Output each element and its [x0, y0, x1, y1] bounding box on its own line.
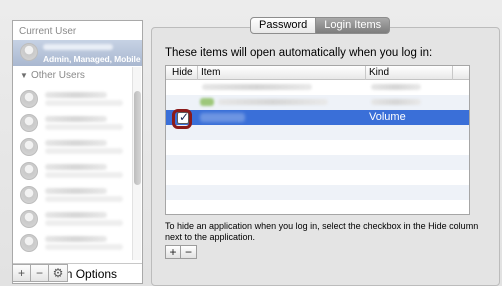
- item-name-blurred: [202, 84, 312, 90]
- sidebar-scrollbar[interactable]: [132, 67, 141, 260]
- user-role-blurred: [45, 244, 123, 250]
- sidebar-button-bar: + − ⚙: [12, 264, 68, 282]
- user-list-item[interactable]: [13, 87, 142, 111]
- user-avatar-icon: [20, 210, 38, 228]
- other-users-header[interactable]: ▼ Other Users: [13, 68, 142, 84]
- current-user-name-blurred: [43, 44, 113, 50]
- column-header-kind[interactable]: Kind: [369, 67, 389, 78]
- tab-password[interactable]: Password: [250, 17, 317, 34]
- table-row[interactable]: [166, 200, 469, 214]
- user-name-blurred: [45, 212, 107, 218]
- user-avatar-icon: [20, 138, 38, 156]
- table-row[interactable]: [166, 140, 469, 155]
- table-body: ✓ Volume: [166, 80, 469, 214]
- table-row[interactable]: [166, 155, 469, 170]
- remove-login-item-button[interactable]: −: [181, 245, 197, 259]
- hint-text: To hide an application when you log in, …: [165, 221, 479, 242]
- user-name-blurred: [45, 236, 107, 242]
- column-header-hide[interactable]: Hide: [172, 67, 193, 78]
- user-list-item[interactable]: [13, 135, 142, 159]
- other-users-label: Other Users: [31, 70, 85, 81]
- table-row[interactable]: [166, 80, 469, 95]
- user-avatar-icon: [20, 43, 38, 61]
- gear-icon[interactable]: ⚙: [48, 264, 68, 282]
- hide-checkbox-highlight: [172, 109, 192, 129]
- column-divider: [197, 66, 198, 80]
- remove-user-button[interactable]: −: [30, 264, 48, 282]
- column-divider: [365, 66, 366, 80]
- tab-login-items[interactable]: Login Items: [316, 17, 391, 34]
- user-list-item[interactable]: [13, 231, 142, 255]
- column-header-item[interactable]: Item: [201, 67, 220, 78]
- item-name-blurred: [218, 99, 328, 105]
- table-header: Hide Item Kind: [166, 66, 469, 80]
- item-kind-blurred: [371, 84, 421, 90]
- user-avatar-icon: [20, 162, 38, 180]
- user-name-blurred: [45, 188, 107, 194]
- user-name-blurred: [45, 116, 107, 122]
- user-name-blurred: [45, 92, 107, 98]
- item-kind-blurred: [371, 99, 421, 105]
- tab-bar: Password Login Items: [250, 17, 391, 34]
- table-row[interactable]: [166, 125, 469, 140]
- item-name-blurred: [200, 113, 245, 122]
- user-role-blurred: [45, 124, 123, 130]
- column-divider: [452, 66, 453, 80]
- login-items-table: Hide Item Kind ✓ Volume: [165, 65, 470, 215]
- users-accounts-window: Current User Admin, Managed, Mobile ▼ Ot…: [0, 0, 502, 286]
- current-user-header: Current User: [19, 26, 77, 37]
- table-row[interactable]: [166, 95, 469, 110]
- user-role-blurred: [45, 172, 123, 178]
- user-avatar-icon: [20, 90, 38, 108]
- other-users-list: [13, 87, 142, 257]
- add-login-item-button[interactable]: +: [165, 245, 181, 259]
- user-list-item[interactable]: [13, 207, 142, 231]
- table-row[interactable]: [166, 170, 469, 185]
- current-user-item[interactable]: Admin, Managed, Mobile: [13, 40, 142, 66]
- user-role-blurred: [45, 148, 123, 154]
- user-name-blurred: [45, 164, 107, 170]
- user-list-item[interactable]: [13, 183, 142, 207]
- item-icon-blurred: [200, 98, 214, 106]
- table-row[interactable]: [166, 185, 469, 200]
- users-sidebar: Current User Admin, Managed, Mobile ▼ Ot…: [12, 20, 143, 284]
- user-avatar-icon: [20, 114, 38, 132]
- user-role-blurred: [45, 196, 123, 202]
- item-kind: Volume: [369, 111, 406, 123]
- user-role-blurred: [45, 220, 123, 226]
- disclosure-triangle-icon[interactable]: ▼: [20, 71, 28, 80]
- user-avatar-icon: [20, 234, 38, 252]
- current-user-role: Admin, Managed, Mobile: [43, 54, 141, 64]
- table-row[interactable]: ✓ Volume: [166, 110, 469, 125]
- login-items-buttons: + −: [165, 245, 197, 259]
- add-user-button[interactable]: +: [12, 264, 30, 282]
- user-list-item[interactable]: [13, 159, 142, 183]
- user-role-blurred: [45, 100, 123, 106]
- panel-title: These items will open automatically when…: [165, 47, 433, 59]
- user-avatar-icon: [20, 186, 38, 204]
- sidebar-scroll-thumb[interactable]: [134, 91, 141, 185]
- user-name-blurred: [45, 140, 107, 146]
- user-list-item[interactable]: [13, 111, 142, 135]
